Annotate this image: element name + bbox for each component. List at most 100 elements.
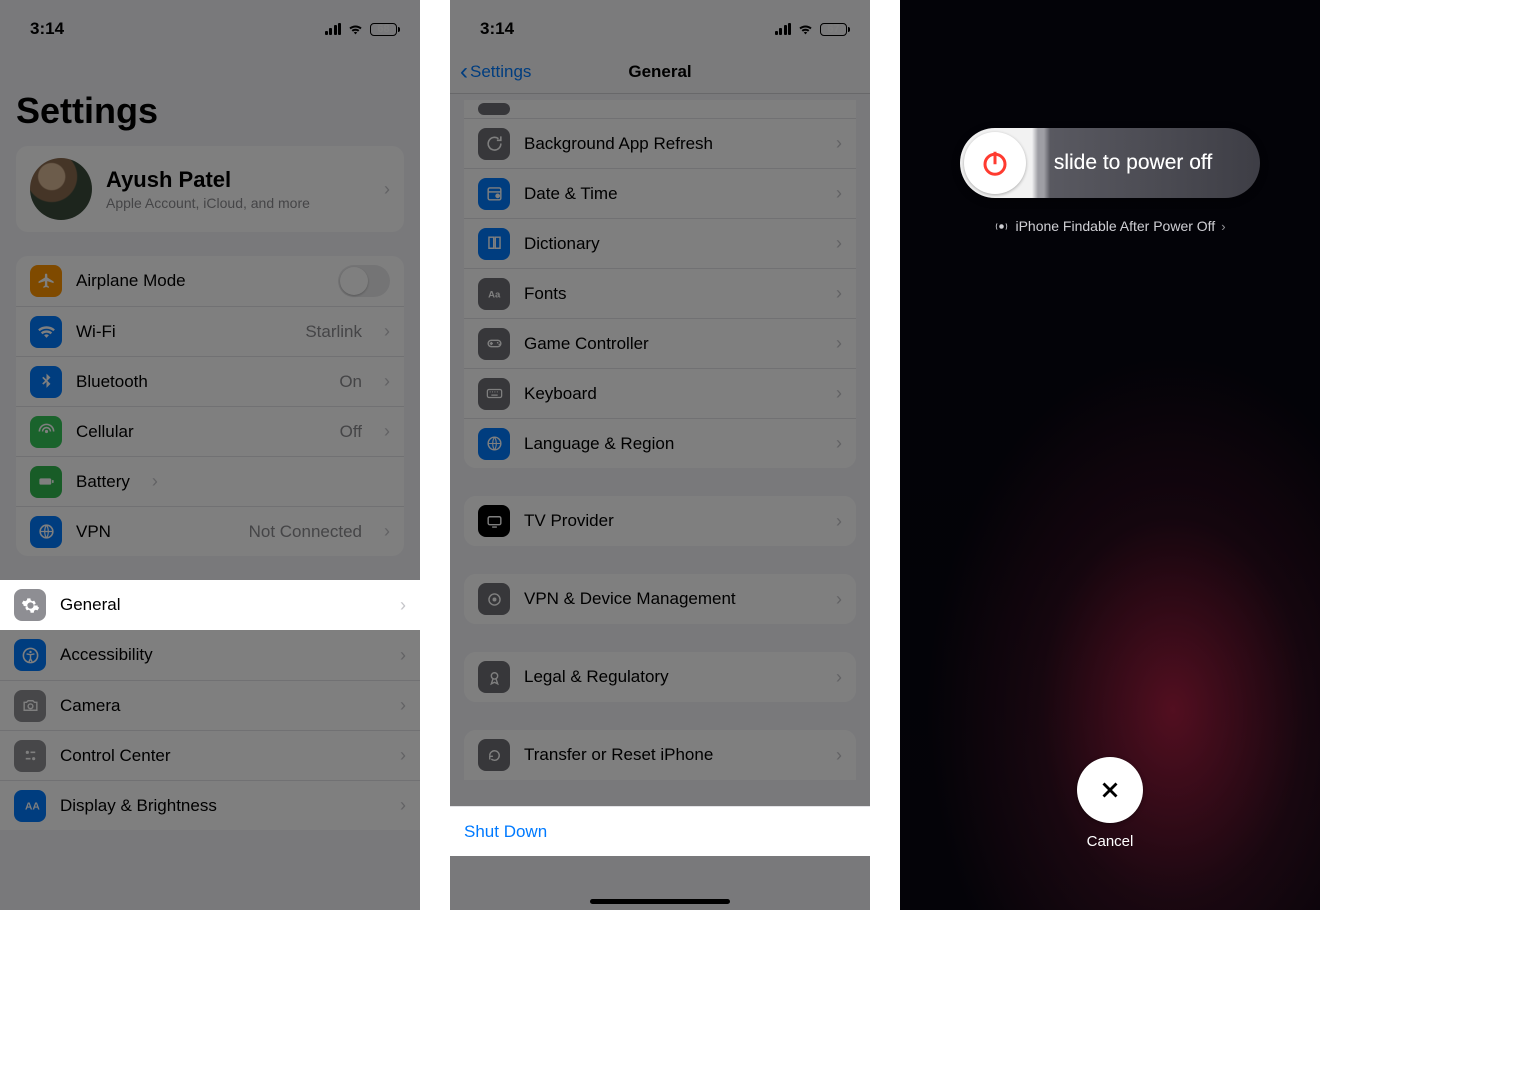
certificate-icon	[478, 661, 510, 693]
row-general-highlight[interactable]: General ›	[0, 580, 420, 630]
chevron-right-icon: ›	[836, 183, 842, 204]
screenshot-general: 3:14 67 ‹ Settings General Background Ap…	[450, 0, 870, 910]
row-wifi[interactable]: Wi-Fi Starlink ›	[16, 306, 404, 356]
chevron-right-icon: ›	[400, 745, 406, 766]
status-time: 3:14	[30, 19, 64, 39]
home-indicator	[590, 899, 730, 904]
camera-icon	[14, 690, 46, 722]
avatar	[30, 158, 92, 220]
row-label: Game Controller	[524, 334, 649, 354]
row-shutdown-highlight[interactable]: Shut Down	[450, 806, 870, 856]
power-icon[interactable]	[964, 132, 1026, 194]
nav-back-button[interactable]: ‹ Settings	[460, 60, 531, 84]
row-cellular[interactable]: Cellular Off ›	[16, 406, 404, 456]
row-game-controller[interactable]: Game Controller ›	[464, 318, 856, 368]
chevron-right-icon: ›	[400, 595, 406, 616]
row-label: Date & Time	[524, 184, 618, 204]
row-airplane-mode[interactable]: Airplane Mode	[16, 256, 404, 306]
general-group-1: Background App Refresh › Date & Time › D…	[464, 100, 856, 468]
settings-group-system: Accessibility › Camera › Control Center …	[0, 630, 420, 830]
chevron-right-icon: ›	[400, 645, 406, 666]
row-label: Display & Brightness	[60, 796, 217, 816]
chevron-right-icon: ›	[384, 179, 390, 200]
chevron-right-icon: ›	[1221, 219, 1225, 234]
vpn-gear-icon	[478, 583, 510, 615]
row-language-region[interactable]: Language & Region ›	[464, 418, 856, 468]
status-time: 3:14	[480, 19, 514, 39]
general-group-legal: Legal & Regulatory ›	[464, 652, 856, 702]
row-label: Fonts	[524, 284, 567, 304]
airplane-icon	[30, 265, 62, 297]
nav-bar: ‹ Settings General	[450, 50, 870, 94]
profile-card[interactable]: Ayush Patel Apple Account, iCloud, and m…	[16, 146, 404, 232]
globe-icon	[478, 428, 510, 460]
row-bluetooth[interactable]: Bluetooth On ›	[16, 356, 404, 406]
battery-icon: 67	[820, 23, 850, 36]
chevron-left-icon: ‹	[460, 60, 468, 84]
slide-to-power-off[interactable]: slide to power off	[960, 128, 1260, 198]
cellular-signal-icon	[325, 23, 342, 35]
row-label: VPN	[76, 522, 111, 542]
fonts-icon: Aa	[478, 278, 510, 310]
cancel-button[interactable]	[1077, 757, 1143, 823]
bluetooth-icon	[30, 366, 62, 398]
settings-group-network: Airplane Mode Wi-Fi Starlink › Bluetooth…	[16, 256, 404, 556]
accessibility-icon	[14, 639, 46, 671]
chevron-right-icon: ›	[836, 383, 842, 404]
row-label: VPN & Device Management	[524, 589, 736, 609]
battery-icon: 68	[370, 23, 400, 36]
row-accessibility[interactable]: Accessibility ›	[0, 630, 420, 680]
cancel-label: Cancel	[1087, 833, 1134, 850]
row-partial-top[interactable]	[464, 100, 856, 118]
row-label: Dictionary	[524, 234, 600, 254]
location-broadcast-icon	[994, 219, 1009, 234]
findable-link[interactable]: iPhone Findable After Power Off ›	[900, 218, 1320, 234]
row-date-time[interactable]: Date & Time ›	[464, 168, 856, 218]
wifi-icon	[797, 23, 814, 35]
keyboard-icon	[478, 378, 510, 410]
chevron-right-icon: ›	[384, 321, 390, 342]
row-bg-refresh[interactable]: Background App Refresh ›	[464, 118, 856, 168]
tv-icon	[478, 505, 510, 537]
unknown-icon	[478, 103, 510, 115]
svg-text:AA: AA	[24, 801, 39, 812]
row-camera[interactable]: Camera ›	[0, 680, 420, 730]
chevron-right-icon: ›	[836, 433, 842, 454]
reset-icon	[478, 739, 510, 771]
row-value: Not Connected	[249, 522, 362, 542]
row-label: Transfer or Reset iPhone	[524, 745, 713, 765]
row-legal[interactable]: Legal & Regulatory ›	[464, 652, 856, 702]
row-display-brightness[interactable]: AA Display & Brightness ›	[0, 780, 420, 830]
profile-name: Ayush Patel	[106, 167, 310, 193]
chevron-right-icon: ›	[384, 521, 390, 542]
gamepad-icon	[478, 328, 510, 360]
row-battery[interactable]: Battery ›	[16, 456, 404, 506]
chevron-right-icon: ›	[384, 421, 390, 442]
chevron-right-icon: ›	[836, 745, 842, 766]
svg-text:Aa: Aa	[488, 289, 501, 300]
row-keyboard[interactable]: Keyboard ›	[464, 368, 856, 418]
row-vpn[interactable]: VPN Not Connected ›	[16, 506, 404, 556]
row-tv-provider[interactable]: TV Provider ›	[464, 496, 856, 546]
status-bar: 3:14 68	[0, 0, 420, 50]
chevron-right-icon: ›	[400, 695, 406, 716]
chevron-right-icon: ›	[836, 333, 842, 354]
row-label: General	[60, 595, 120, 615]
gear-icon	[14, 589, 46, 621]
row-label: Wi-Fi	[76, 322, 116, 342]
row-label: Battery	[76, 472, 130, 492]
battery-row-icon	[30, 466, 62, 498]
row-dictionary[interactable]: Dictionary ›	[464, 218, 856, 268]
row-vpn-management[interactable]: VPN & Device Management ›	[464, 574, 856, 624]
chevron-right-icon: ›	[384, 371, 390, 392]
row-fonts[interactable]: Aa Fonts ›	[464, 268, 856, 318]
chevron-right-icon: ›	[836, 283, 842, 304]
row-control-center[interactable]: Control Center ›	[0, 730, 420, 780]
chevron-right-icon: ›	[152, 471, 158, 492]
calendar-icon	[478, 178, 510, 210]
findable-label: iPhone Findable After Power Off	[1015, 218, 1215, 234]
control-center-icon	[14, 740, 46, 772]
row-transfer-reset[interactable]: Transfer or Reset iPhone ›	[464, 730, 856, 780]
display-icon: AA	[14, 790, 46, 822]
airplane-toggle[interactable]	[338, 265, 390, 297]
